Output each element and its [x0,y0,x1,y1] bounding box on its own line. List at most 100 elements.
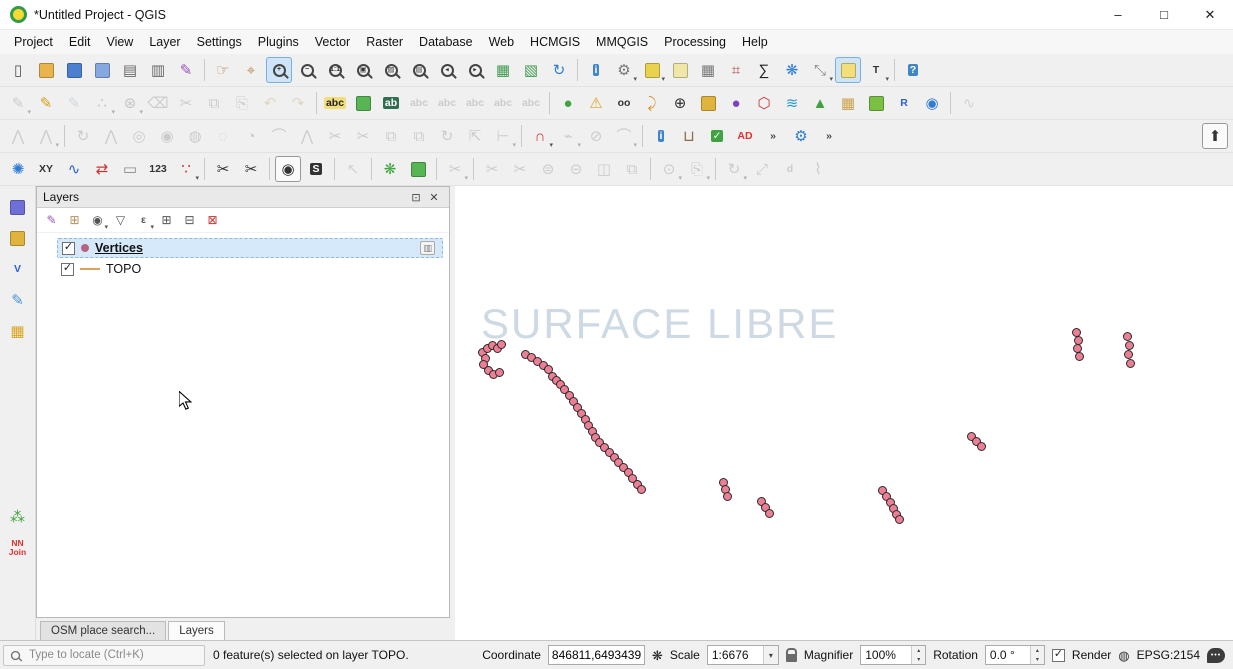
globe-plugin-button[interactable]: ◉ [919,90,945,116]
edit-tool-copy[interactable]: ⎘ [684,156,710,182]
add-part-button[interactable]: ◉ [154,123,180,149]
network-nodes-panel-icon[interactable]: ⁂ [5,504,31,530]
merge-features-button[interactable]: ⧉ [378,123,404,149]
edit-tool-trace[interactable]: ⌇ [805,156,831,182]
add-feature-button[interactable]: ∴ [89,90,115,116]
save-project-as-button[interactable] [89,57,115,83]
add-group-button[interactable]: ⊞ [64,210,85,231]
layout-manager-button[interactable]: ▥ [145,57,171,83]
dropdown-arrow-icon[interactable] [104,224,108,231]
float-panel-button[interactable]: ⊡ [407,191,425,204]
rotate-feature-button[interactable]: ↻ [70,123,96,149]
new-map-view-button[interactable]: ▦ [490,57,516,83]
dropdown-arrow-icon[interactable] [139,109,143,116]
zoom-native-button[interactable]: 1:1 [322,57,348,83]
edit-tool-rotate[interactable]: ↻ [721,156,747,182]
zoom-last-button[interactable]: ◂ [434,57,460,83]
dropdown-arrow-icon[interactable] [195,175,199,182]
layers-plugin-button[interactable]: ≋ [779,90,805,116]
profile-line-button[interactable]: ∿ [956,90,982,116]
identify-features-button[interactable]: i [583,57,609,83]
zoom-in-button[interactable]: + [266,57,292,83]
delete-selected-button[interactable]: ⌫ [145,90,171,116]
zoom-to-selection-button[interactable]: ▨ [378,57,404,83]
help-button[interactable]: ? [900,57,926,83]
snapping-button[interactable]: ∩ [527,123,553,149]
close-panel-button[interactable]: ✕ [425,191,443,204]
move-label-button[interactable]: abc [462,90,488,116]
offset-point-symbol-button[interactable]: ⇱ [462,123,488,149]
dropdown-arrow-icon[interactable] [706,175,710,182]
memory-layer-indicator-icon[interactable]: ▥ [420,241,435,255]
simplify-feature-button[interactable]: ⋀ [98,123,124,149]
current-edits-button[interactable]: ✎ [5,90,31,116]
dropdown-arrow-icon[interactable] [549,142,553,149]
saga-plugin-button[interactable]: S [303,156,329,182]
crs-value[interactable]: EPSG:2154 [1137,648,1200,662]
edit-tool-scale[interactable]: ⤢ [749,156,775,182]
binoculars-plugin-button[interactable]: oo [611,90,637,116]
fill-ring-button[interactable]: ◍ [182,123,208,149]
field-calculator-button[interactable]: ⌗ [723,57,749,83]
reshape-features-button[interactable]: ⋀ [294,123,320,149]
pan-to-selection-button[interactable]: ⌖ [238,57,264,83]
text-annotation-button[interactable]: T [863,57,889,83]
red-hexagon-plugin-button[interactable]: ⬡ [751,90,777,116]
scale-combo[interactable]: 1:6676 [707,645,779,665]
refresh-button[interactable]: ↻ [546,57,572,83]
pointer-tool-button[interactable]: ↖ [340,156,366,182]
avoid-intersections-button[interactable]: ⊘ [583,123,609,149]
rgis-plugin-button[interactable]: R [891,90,917,116]
offset-curve-button[interactable]: ⌒ [266,123,292,149]
processing-toolbox-button[interactable]: ❋ [779,57,805,83]
layer-row-topo[interactable]: TOPO [57,259,443,279]
xy-tools-plugin-button[interactable]: XY [33,156,59,182]
dropdown-arrow-icon[interactable] [464,175,468,182]
copy-features-button[interactable]: ⧉ [201,90,227,116]
menu-database[interactable]: Database [411,32,481,52]
rotate-point-symbols-button[interactable]: ↻ [434,123,460,149]
map-canvas[interactable]: SURFACE LIBRE [450,186,1233,640]
split-features-button[interactable]: ✂ [322,123,348,149]
highlight-labels-button[interactable]: abc [434,90,460,116]
filter-expression-button[interactable]: ε [133,210,154,231]
spinner-up-icon[interactable] [912,646,925,655]
toolbar-overflow-button-2[interactable]: » [816,123,842,149]
green-globe-plugin-button[interactable]: ● [555,90,581,116]
spinner-up-icon[interactable] [1031,646,1044,655]
point-branch-plugin-button[interactable]: ∵ [173,156,199,182]
zoom-full-button[interactable]: ▣ [350,57,376,83]
compass-plugin-button[interactable]: ⊕ [667,90,693,116]
ad-plugin-button[interactable]: AD [732,123,758,149]
run-feature-action-button[interactable]: ⚙ [611,57,637,83]
close-button[interactable]: ✕ [1187,0,1233,29]
style-manager-button[interactable]: ✎ [173,57,199,83]
dropdown-arrow-icon[interactable] [577,142,581,149]
move-feature-button[interactable]: ⋀ [5,123,31,149]
spinner-down-icon[interactable] [1031,655,1044,664]
ruler-plugin-button[interactable]: ▭ [117,156,143,182]
save-project-button[interactable] [61,57,87,83]
tracing-button[interactable]: ⌁ [555,123,581,149]
dropdown-arrow-icon[interactable] [633,76,637,83]
open-attribute-table-button[interactable]: ▦ [695,57,721,83]
pan-map-button[interactable]: ☞ [210,57,236,83]
grid-box-panel-icon[interactable]: ▦ [5,318,31,344]
layer-styling-button[interactable]: ✎ [41,210,62,231]
menu-project[interactable]: Project [6,32,61,52]
sparkle-plugin-button[interactable]: ❋ [377,156,403,182]
menu-plugins[interactable]: Plugins [250,32,307,52]
menu-processing[interactable]: Processing [656,32,734,52]
crs-icon[interactable]: ◍ [1118,649,1129,662]
mouse-position-toggle-icon[interactable]: ❋ [652,649,663,662]
info-plugin-button[interactable]: i [648,123,674,149]
cube-3d-panel-icon[interactable] [5,225,31,251]
label-toolbar-button[interactable]: ab [378,90,404,116]
pin-labels-button[interactable]: abc [406,90,432,116]
dropdown-arrow-icon[interactable] [885,76,889,83]
locate-input[interactable] [27,648,199,662]
geometry-checker-button[interactable]: ✓ [704,123,730,149]
remove-layer-button[interactable]: ⊠ [202,210,223,231]
profile-tool-plugin-button[interactable]: ∿ [61,156,87,182]
vertex-tool-button[interactable]: ⊛ [117,90,143,116]
